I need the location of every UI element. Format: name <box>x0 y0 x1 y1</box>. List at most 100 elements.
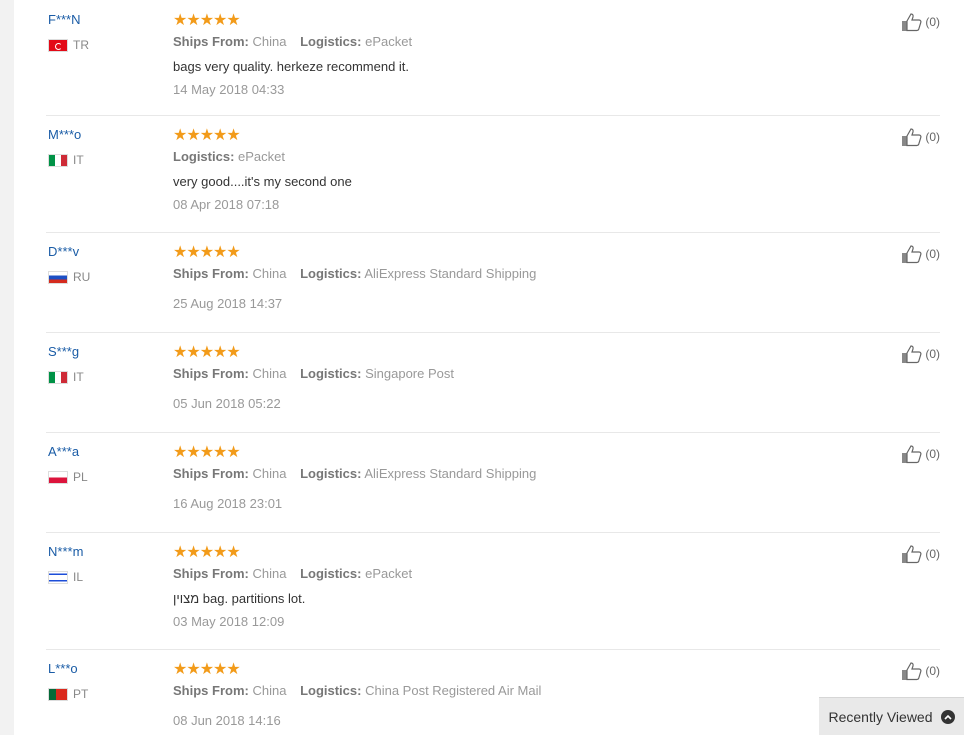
shipping-meta: Ships From: China Logistics: AliExpress … <box>173 266 793 282</box>
review-item: N***m IL ★★★★★ Ships From: China Logisti… <box>46 532 940 650</box>
review-date: 08 Apr 2018 07:18 <box>173 197 280 212</box>
star-rating: ★★★★★ <box>173 12 241 29</box>
star-rating: ★★★★★ <box>173 444 241 461</box>
reviewer-country: IT <box>48 370 84 384</box>
review-content: ★★★★★ Ships From: China Logistics: China… <box>173 661 793 729</box>
review-content: ★★★★★ Ships From: China Logistics: Singa… <box>173 344 793 412</box>
review-item: F***N TR ★★★★★ Ships From: China Logisti… <box>46 0 940 116</box>
review-item: M***o IT ★★★★★ Logistics: ePacket very g… <box>46 115 940 233</box>
review-item: D***v RU ★★★★★ Ships From: China Logisti… <box>46 232 940 333</box>
reviewer-country: RU <box>48 270 90 284</box>
helpful-count: (0) <box>925 130 940 144</box>
star-rating: ★★★★★ <box>173 661 241 678</box>
reviewer-name[interactable]: N***m <box>48 544 83 560</box>
recently-viewed-button[interactable]: Recently Viewed <box>819 697 964 735</box>
logistics-label: Logistics: <box>300 266 362 281</box>
thumbs-up-icon <box>902 245 922 264</box>
flag-pl-icon <box>48 470 68 484</box>
review-content: ★★★★★ Logistics: ePacket very good....it… <box>173 127 793 213</box>
review-date: 05 Jun 2018 05:22 <box>173 396 281 411</box>
helpful-button[interactable]: (0) <box>901 344 940 364</box>
review-date: 25 Aug 2018 14:37 <box>173 296 283 311</box>
review-comment: very good....it's my second one <box>173 174 352 189</box>
logistics-label: Logistics: <box>300 34 362 49</box>
shipping-meta: Ships From: China Logistics: China Post … <box>173 683 793 699</box>
ships-from-label: Ships From: <box>173 266 249 281</box>
reviewer-country: PL <box>48 470 88 484</box>
thumbs-up-icon <box>902 13 922 32</box>
review-item: L***o PT ★★★★★ Ships From: China Logisti… <box>46 649 940 735</box>
thumbs-up-icon <box>902 345 922 364</box>
country-code: RU <box>73 270 91 284</box>
ships-from-value: China <box>252 566 287 581</box>
ships-from-value: China <box>252 34 287 49</box>
recently-viewed-label: Recently Viewed <box>828 708 933 725</box>
flag-it-icon <box>48 153 68 167</box>
star-rating: ★★★★★ <box>173 544 241 561</box>
logistics-value: AliExpress Standard Shipping <box>364 466 537 481</box>
helpful-button[interactable]: (0) <box>901 127 940 147</box>
helpful-count: (0) <box>925 15 940 29</box>
country-code: PL <box>73 470 88 484</box>
thumbs-up-icon <box>902 128 922 147</box>
flag-pt-icon <box>48 687 68 701</box>
ships-from-value: China <box>252 266 287 281</box>
logistics-value: AliExpress Standard Shipping <box>364 266 537 281</box>
reviewer-name[interactable]: A***a <box>48 444 88 460</box>
flag-it-icon <box>48 370 68 384</box>
flag-tr-icon <box>48 38 68 52</box>
reviewer-country: IL <box>48 570 83 584</box>
flag-il-icon <box>48 570 68 584</box>
review-item: S***g IT ★★★★★ Ships From: China Logisti… <box>46 332 940 433</box>
country-code: IT <box>73 370 84 384</box>
reviewer-info: S***g IT <box>48 344 84 384</box>
helpful-button[interactable]: (0) <box>901 12 940 32</box>
helpful-button[interactable]: (0) <box>901 661 940 681</box>
flag-ru-icon <box>48 270 68 284</box>
review-comment: מצוין bag. partitions lot. <box>173 591 306 606</box>
reviewer-name[interactable]: F***N <box>48 12 89 28</box>
ships-from-label: Ships From: <box>173 34 249 49</box>
thumbs-up-icon <box>902 445 922 464</box>
review-content: ★★★★★ Ships From: China Logistics: ePack… <box>173 12 793 98</box>
reviewer-name[interactable]: L***o <box>48 661 88 677</box>
logistics-label: Logistics: <box>300 366 362 381</box>
helpful-button[interactable]: (0) <box>901 444 940 464</box>
logistics-label: Logistics: <box>300 683 362 698</box>
country-code: TR <box>73 38 89 52</box>
logistics-value: Singapore Post <box>365 366 454 381</box>
logistics-label: Logistics: <box>300 466 362 481</box>
logistics-value: China Post Registered Air Mail <box>365 683 542 698</box>
reviewer-info: M***o IT <box>48 127 84 167</box>
reviewer-info: A***a PL <box>48 444 88 484</box>
review-date: 03 May 2018 12:09 <box>173 614 285 629</box>
thumbs-up-icon <box>902 545 922 564</box>
shipping-meta: Ships From: China Logistics: ePacket <box>173 34 793 50</box>
ships-from-value: China <box>252 683 287 698</box>
logistics-value: ePacket <box>238 149 286 164</box>
review-date: 16 Aug 2018 23:01 <box>173 496 283 511</box>
country-code: PT <box>73 687 89 701</box>
reviewer-country: TR <box>48 38 89 52</box>
thumbs-up-icon <box>902 662 922 681</box>
helpful-count: (0) <box>925 247 940 261</box>
ships-from-label: Ships From: <box>173 466 249 481</box>
helpful-count: (0) <box>925 664 940 678</box>
helpful-button[interactable]: (0) <box>901 244 940 264</box>
chevron-up-icon <box>940 709 955 724</box>
reviewer-country: PT <box>48 687 88 701</box>
reviewer-name[interactable]: S***g <box>48 344 84 360</box>
reviewer-name[interactable]: D***v <box>48 244 90 260</box>
reviewer-info: N***m IL <box>48 544 83 584</box>
review-content: ★★★★★ Ships From: China Logistics: ePack… <box>173 544 793 630</box>
review-content: ★★★★★ Ships From: China Logistics: AliEx… <box>173 244 793 312</box>
star-rating: ★★★★★ <box>173 127 241 144</box>
helpful-count: (0) <box>925 347 940 361</box>
left-rail <box>0 0 14 735</box>
review-comment: bags very quality. herkeze recommend it. <box>173 59 410 74</box>
review-list: F***N TR ★★★★★ Ships From: China Logisti… <box>14 0 964 735</box>
reviewer-name[interactable]: M***o <box>48 127 84 143</box>
ships-from-label: Ships From: <box>173 566 249 581</box>
reviewer-info: F***N TR <box>48 12 89 52</box>
helpful-button[interactable]: (0) <box>901 544 940 564</box>
